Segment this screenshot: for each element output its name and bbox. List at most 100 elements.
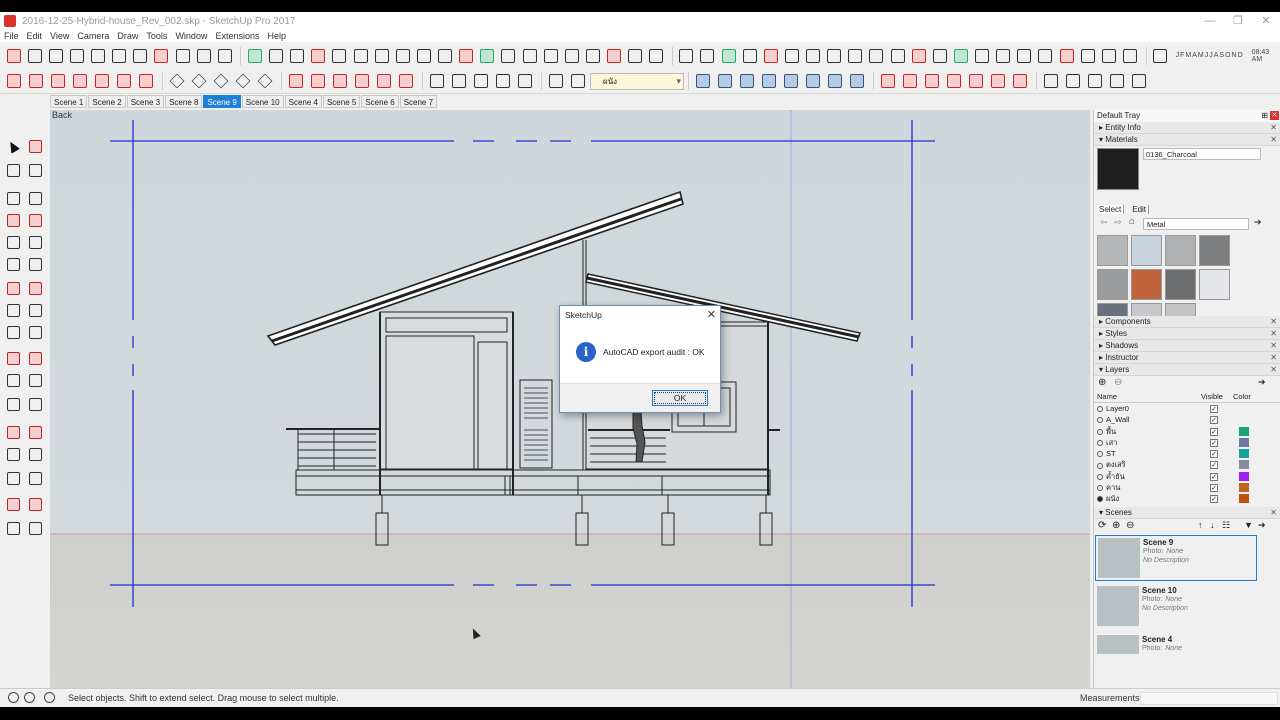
active-layer-radio[interactable] <box>1097 462 1103 469</box>
layer-color-swatch[interactable] <box>1239 471 1249 481</box>
solid-subtract-icon[interactable] <box>396 71 416 91</box>
layer-color-swatch[interactable] <box>1239 426 1249 436</box>
panel-layers[interactable]: ▾ Layers ✕ <box>1094 364 1280 376</box>
look-around-icon[interactable] <box>493 71 513 91</box>
layer-row[interactable]: ตงเสริ ✓ <box>1094 459 1280 470</box>
drape-icon[interactable] <box>92 71 112 91</box>
layer-color-icon[interactable] <box>568 71 588 91</box>
open-icon[interactable] <box>25 46 44 66</box>
filter-icon[interactable]: ▼ <box>1244 520 1253 530</box>
tab-scene-10[interactable]: Scene 10 <box>241 95 284 108</box>
layer-row[interactable]: คาน ✓ <box>1094 482 1280 493</box>
scene-card[interactable]: Scene 10 Photo: None No Description <box>1095 584 1257 630</box>
text-tool-icon[interactable] <box>26 371 44 389</box>
home-icon[interactable] <box>211 71 231 91</box>
blue-face-icon[interactable] <box>847 71 867 91</box>
next-view-icon[interactable] <box>846 46 865 66</box>
sandbox-from-contours-icon[interactable] <box>4 71 24 91</box>
solid-union-icon[interactable] <box>374 71 394 91</box>
user-icon[interactable] <box>44 692 55 703</box>
freehand-tool-icon[interactable] <box>26 189 44 207</box>
panel-instructor[interactable]: ▸ Instructor ✕ <box>1094 352 1280 364</box>
left-view-icon[interactable] <box>973 46 992 66</box>
push-pull-tool-icon[interactable] <box>26 279 44 297</box>
layer-row[interactable]: ค้ำยัน ✓ <box>1094 471 1280 482</box>
layer-visible-checkbox[interactable]: ✓ <box>1210 438 1218 447</box>
flip-edge-icon[interactable] <box>136 71 156 91</box>
check-icon[interactable] <box>1085 71 1105 91</box>
right-view-icon[interactable] <box>930 46 949 66</box>
hidden-line-icon[interactable] <box>1057 46 1076 66</box>
tab-scene-7[interactable]: Scene 7 <box>399 95 438 108</box>
hidden-line-style-icon[interactable] <box>759 71 779 91</box>
offset-tool-icon[interactable] <box>26 323 44 341</box>
credits-icon[interactable] <box>24 692 35 703</box>
front-view-icon[interactable] <box>909 46 928 66</box>
polygon-icon[interactable] <box>414 46 433 66</box>
tab-scene-5[interactable]: Scene 5 <box>322 95 361 108</box>
rotated-rectangle-icon[interactable] <box>26 211 44 229</box>
layer-visible-checkbox[interactable]: ✓ <box>1210 461 1218 470</box>
layer-visible-checkbox[interactable]: ✓ <box>1210 427 1218 436</box>
freehand-icon[interactable] <box>435 46 454 66</box>
update-scene-icon[interactable]: ⟳ <box>1098 520 1106 531</box>
material-name-field[interactable]: 0136_Charcoal <box>1143 148 1261 160</box>
layer-row[interactable]: พื้น ✓ <box>1094 426 1280 437</box>
balance-icon[interactable] <box>1041 71 1061 91</box>
material-swatch[interactable] <box>1165 303 1196 316</box>
move-scene-down-icon[interactable]: ↓ <box>1210 520 1215 530</box>
extension-warehouse-icon[interactable] <box>233 71 253 91</box>
material-swatch[interactable] <box>1097 269 1128 300</box>
circle-icon[interactable] <box>372 46 391 66</box>
polygon-tool-icon[interactable] <box>26 233 44 251</box>
axis-icon[interactable] <box>1107 71 1127 91</box>
follow-me-icon[interactable] <box>520 46 539 66</box>
layer-row[interactable]: Layer0 ✓ <box>1094 403 1280 414</box>
undo-icon[interactable] <box>152 46 171 66</box>
active-layer-radio[interactable] <box>1097 485 1103 492</box>
erase-icon[interactable] <box>131 46 150 66</box>
menu-extensions[interactable]: Extensions <box>211 31 263 41</box>
tag-tool-icon[interactable] <box>988 71 1008 91</box>
measurements-input[interactable] <box>1140 692 1278 705</box>
menu-window[interactable]: Window <box>171 31 211 41</box>
walk-icon[interactable] <box>471 71 491 91</box>
rotate-copy-icon[interactable] <box>1010 71 1030 91</box>
details-arrow-icon[interactable]: ➔ <box>1254 217 1262 228</box>
tab-scene-2[interactable]: Scene 2 <box>88 95 126 108</box>
paint-tool-icon[interactable] <box>944 71 964 91</box>
active-layer-radio[interactable] <box>1097 451 1103 458</box>
pin-icon[interactable]: ⊞ <box>1261 110 1268 122</box>
3d-text-icon[interactable] <box>698 46 717 66</box>
material-swatch[interactable] <box>1165 235 1196 266</box>
orbit-camera-icon[interactable] <box>427 71 447 91</box>
sandbox-from-scratch-icon[interactable] <box>26 71 46 91</box>
share-model-icon[interactable] <box>189 71 209 91</box>
panel-entity-info[interactable]: ▸ Entity Info ✕ <box>1094 122 1280 134</box>
component-tool-icon[interactable] <box>966 71 986 91</box>
tab-scene-1[interactable]: Scene 1 <box>50 95 88 108</box>
forward-arrow-icon[interactable]: ⇨ <box>1114 217 1122 228</box>
cut-icon[interactable] <box>67 46 86 66</box>
layer-row[interactable]: A_Wall ✓ <box>1094 414 1280 425</box>
layer-visible-checkbox[interactable]: ✓ <box>1210 405 1218 413</box>
material-swatch[interactable] <box>1131 235 1162 266</box>
ok-button[interactable]: OK <box>652 390 708 406</box>
home-icon[interactable]: ⌂ <box>1129 216 1135 227</box>
shaded-icon[interactable] <box>1078 46 1097 66</box>
layer-visible-checkbox[interactable]: ✓ <box>1210 450 1218 459</box>
wireframe-icon[interactable] <box>1036 46 1055 66</box>
menu-draw[interactable]: Draw <box>113 31 142 41</box>
menu-tools[interactable]: Tools <box>142 31 171 41</box>
line-tool-icon[interactable] <box>4 189 22 207</box>
active-layer-radio[interactable] <box>1097 439 1103 446</box>
active-layer-radio[interactable] <box>1097 406 1103 413</box>
protractor-icon[interactable] <box>626 46 645 66</box>
zoom-window-tool-icon[interactable] <box>26 445 44 463</box>
close-icon[interactable]: ✕ <box>1270 134 1277 146</box>
panel-materials[interactable]: ▾ Materials ✕ <box>1094 134 1280 146</box>
layer-visible-checkbox[interactable]: ✓ <box>1210 495 1218 504</box>
dialog-close-button[interactable]: ✕ <box>707 306 716 324</box>
monochrome-icon[interactable] <box>1120 46 1139 66</box>
back-arrow-icon[interactable]: ⇦ <box>1100 217 1108 228</box>
